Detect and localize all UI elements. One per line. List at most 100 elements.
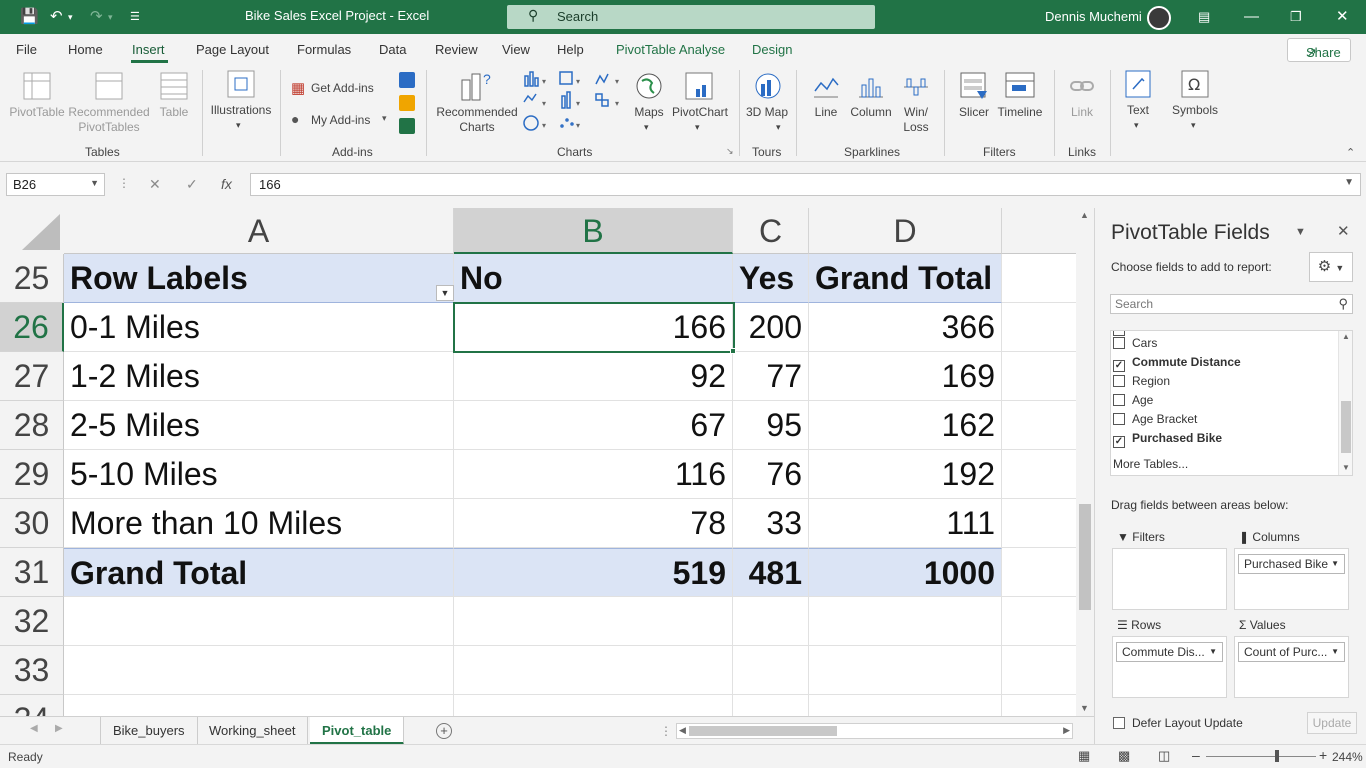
cell[interactable] (64, 597, 454, 646)
chevron-down-icon[interactable]: ▼ (1209, 647, 1217, 656)
cell[interactable] (454, 695, 733, 716)
illustrations-dropdown-icon[interactable]: ▾ (236, 118, 241, 133)
rows-field-chip[interactable]: Commute Dis... ▼ (1116, 642, 1223, 662)
grand-total-cell[interactable]: 1000 (809, 548, 1002, 597)
table-cell[interactable]: 192 (809, 450, 1002, 499)
share-button[interactable]: ↗ Share (1287, 38, 1351, 62)
grand-total-cell[interactable]: 519 (454, 548, 733, 597)
table-cell[interactable]: 162 (809, 401, 1002, 450)
table-cell[interactable]: 95 (733, 401, 809, 450)
tab-pivottable-analyse[interactable]: PivotTable Analyse (616, 42, 725, 57)
row-header-31[interactable]: 31 (0, 548, 64, 597)
more-tables-link[interactable]: More Tables... (1113, 457, 1188, 471)
expand-formula-icon[interactable]: ▼ (1344, 177, 1354, 188)
row-header-29[interactable]: 29 (0, 450, 64, 499)
scroll-up-icon[interactable]: ▲ (1342, 332, 1350, 341)
table-row-label[interactable]: 5-10 Miles (64, 450, 454, 499)
formula-input[interactable]: 166 ▼ (250, 173, 1361, 196)
zoom-in-icon[interactable]: + (1319, 747, 1327, 763)
horizontal-scrollbar[interactable]: ◀ ▶ (676, 723, 1073, 739)
zoom-out-icon[interactable]: – (1192, 747, 1200, 763)
symbols-button[interactable]: Symbols (1170, 103, 1220, 118)
horizontal-scroll-thumb[interactable] (689, 726, 837, 736)
visio-icon[interactable] (399, 72, 415, 88)
column-header-c[interactable]: C (733, 208, 809, 254)
cell[interactable] (1002, 401, 1076, 450)
page-layout-view-icon[interactable]: ▩ (1118, 748, 1130, 764)
field-item-commute-distance[interactable]: ✓ Commute Distance (1113, 353, 1241, 372)
people-graph-icon[interactable] (399, 118, 415, 134)
name-box[interactable]: B26 ▼ (6, 173, 105, 196)
pivotchart-button[interactable]: PivotChart (668, 105, 732, 120)
table-row-label[interactable]: 1-2 Miles (64, 352, 454, 401)
page-break-view-icon[interactable]: ◫ (1158, 748, 1170, 764)
sparkline-line-button[interactable]: Line (806, 105, 846, 120)
vertical-scroll-thumb[interactable] (1079, 504, 1091, 610)
table-cell[interactable]: 166 (454, 303, 733, 352)
table-cell[interactable]: 77 (733, 352, 809, 401)
checkbox[interactable] (1113, 717, 1125, 729)
row-header-28[interactable]: 28 (0, 401, 64, 450)
save-icon[interactable]: 💾 (20, 7, 39, 27)
tab-file[interactable]: File (16, 42, 37, 57)
close-icon[interactable]: ✕ (1336, 7, 1349, 27)
scroll-up-icon[interactable]: ▲ (1080, 210, 1089, 220)
table-row-label[interactable]: 2-5 Miles (64, 401, 454, 450)
3d-map-dropdown-icon[interactable]: ▾ (776, 120, 781, 135)
sparkline-column-button[interactable]: Column (846, 105, 896, 120)
row-header-33[interactable]: 33 (0, 646, 64, 695)
checkbox[interactable] (1113, 394, 1125, 406)
pane-close-icon[interactable]: ✕ (1337, 222, 1350, 240)
scroll-right-icon[interactable]: ▶ (1063, 725, 1070, 736)
table-cell[interactable]: 92 (454, 352, 733, 401)
cell[interactable] (1002, 450, 1076, 499)
pivot-header-row-labels[interactable]: Row Labels (64, 254, 454, 303)
vertical-scrollbar[interactable]: ▲ ▼ (1076, 208, 1094, 716)
cell[interactable] (809, 646, 1002, 695)
cell[interactable] (1002, 695, 1076, 716)
column-header-e[interactable] (1002, 208, 1076, 254)
sheet-tab-pivot-table[interactable]: Pivot_table (310, 717, 405, 745)
values-field-chip[interactable]: Count of Purc... ▼ (1238, 642, 1345, 662)
insert-function-icon[interactable]: fx (221, 176, 232, 192)
illustrations-button[interactable]: Illustrations (207, 103, 275, 118)
cell[interactable] (1002, 254, 1076, 303)
sheet-tab-bike-buyers[interactable]: Bike_buyers (100, 717, 198, 745)
maps-button[interactable]: Maps (630, 105, 668, 120)
new-sheet-button[interactable]: + (436, 723, 452, 739)
pivot-header-yes[interactable]: Yes (733, 254, 809, 303)
defer-layout-update[interactable]: Defer Layout Update (1113, 716, 1243, 730)
undo-dropdown-icon[interactable]: ▾ (68, 7, 73, 27)
scroll-down-icon[interactable]: ▼ (1080, 703, 1089, 713)
sheet-prev-icon[interactable]: ◀ (30, 723, 38, 734)
symbols-dropdown-icon[interactable]: ▾ (1191, 118, 1196, 133)
table-cell[interactable]: 169 (809, 352, 1002, 401)
text-button[interactable]: Text (1120, 103, 1156, 118)
tab-view[interactable]: View (502, 42, 530, 57)
my-addins-dropdown-icon[interactable]: ▾ (382, 113, 387, 124)
grand-total-label[interactable]: Grand Total (64, 548, 454, 597)
checkbox-checked[interactable]: ✓ (1113, 436, 1125, 448)
row-header-25[interactable]: 25 (0, 254, 64, 303)
tab-data[interactable]: Data (379, 42, 406, 57)
table-cell[interactable]: 200 (733, 303, 809, 352)
column-header-a[interactable]: A (64, 208, 454, 254)
table-cell[interactable]: 67 (454, 401, 733, 450)
row-header-30[interactable]: 30 (0, 499, 64, 548)
scroll-down-icon[interactable]: ▼ (1342, 463, 1350, 472)
field-list-scrollbar[interactable]: ▲ ▼ (1338, 331, 1352, 475)
zoom-slider-track[interactable] (1206, 756, 1316, 757)
row-header-27[interactable]: 27 (0, 352, 64, 401)
cell[interactable] (454, 597, 733, 646)
field-item-region[interactable]: Region (1113, 372, 1170, 391)
sheet-next-icon[interactable]: ▶ (55, 723, 63, 734)
checkbox[interactable] (1113, 337, 1125, 349)
field-item-purchased-bike[interactable]: ✓ Purchased Bike (1113, 429, 1222, 448)
filters-area[interactable] (1112, 548, 1227, 610)
search-box[interactable]: ⚲ Search (507, 5, 875, 29)
tab-split-icon[interactable]: ⋮ (660, 724, 672, 738)
column-header-d[interactable]: D (809, 208, 1002, 254)
bing-icon[interactable] (399, 95, 415, 111)
zoom-level[interactable]: 244% (1332, 750, 1363, 764)
table-cell[interactable]: 78 (454, 499, 733, 548)
